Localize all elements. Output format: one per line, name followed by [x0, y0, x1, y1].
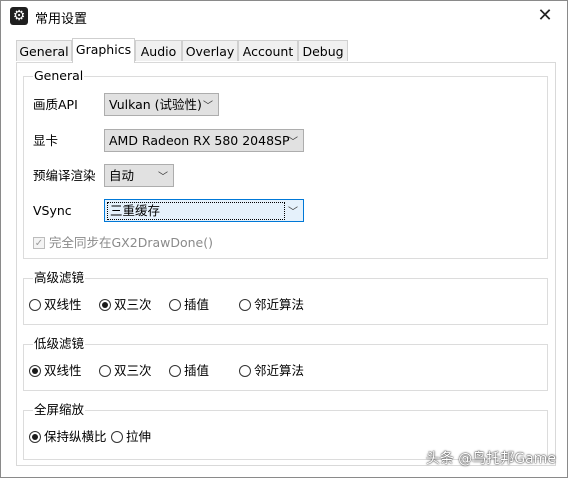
radio-label: 双三次: [114, 297, 152, 312]
radio-circle: [29, 299, 41, 311]
radio-circle-selected: [29, 365, 41, 377]
fullscreen-scaling-title: 全屏缩放: [33, 402, 86, 418]
radio-label: 拉伸: [126, 429, 152, 444]
radio-circle-selected: [29, 431, 41, 443]
vsync-value: 三重缓存: [107, 202, 285, 220]
shader-value: 自动: [109, 168, 135, 183]
downscale-filter-title: 低级滤镜: [33, 336, 86, 352]
graphics-api-label: 画质API: [33, 97, 78, 112]
close-button[interactable]: ✕: [523, 1, 567, 31]
tab-audio[interactable]: Audio: [135, 40, 182, 61]
general-group-title: General: [33, 68, 85, 84]
radio-label: 插值: [184, 363, 210, 378]
tab-account[interactable]: Account: [238, 40, 298, 61]
radio-label: 双线性: [44, 363, 82, 378]
tab-debug[interactable]: Debug: [298, 40, 348, 61]
graphics-adapter-value: AMD Radeon RX 580 2048SP: [109, 133, 290, 148]
radio-circle: [111, 431, 123, 443]
radio-circle: [169, 365, 181, 377]
radio-label: 保持纵横比: [44, 429, 107, 444]
chevron-down-icon: ﹀: [203, 101, 213, 112]
tab-overlay[interactable]: Overlay: [182, 40, 238, 61]
vsync-select[interactable]: 三重缓存 ﹀: [104, 199, 304, 222]
graphics-api-select[interactable]: Vulkan (试验性) ﹀: [104, 93, 219, 116]
window-title: 常用设置: [35, 12, 88, 27]
radio-label: 邻近算法: [254, 363, 305, 378]
chevron-down-icon: ﹀: [158, 172, 168, 183]
full-sync-label: 完全同步在GX2DrawDone(): [49, 235, 213, 250]
chevron-down-icon: ﹀: [288, 137, 298, 148]
graphics-panel: General 画质API Vulkan (试验性) ﹀ 显卡 AMD Rade…: [16, 62, 556, 466]
radio-label: 插值: [184, 297, 210, 312]
radio-circle: [169, 299, 181, 311]
radio-label: 双线性: [44, 297, 82, 312]
upscale-filter-group: 高级滤镜 双线性 双三次 插值 邻近算法: [23, 270, 548, 325]
watermark-text: 头条 @鸟托邦Game: [425, 451, 556, 467]
radio-circle-selected: [99, 299, 111, 311]
radio-label: 邻近算法: [254, 297, 305, 312]
title-bar: ⚙ 常用设置 ✕: [1, 1, 567, 31]
graphics-adapter-select[interactable]: AMD Radeon RX 580 2048SP ﹀: [104, 129, 304, 152]
shader-label: 预编译渲染: [33, 168, 96, 183]
graphics-api-value: Vulkan (试验性): [109, 97, 202, 112]
downscale-filter-group: 低级滤镜 双线性 双三次 插值 邻近算法: [23, 336, 548, 391]
radio-circle: [239, 365, 251, 377]
tab-general[interactable]: General: [16, 40, 72, 61]
radio-label: 双三次: [114, 363, 152, 378]
chevron-down-icon: ﹀: [288, 207, 298, 218]
gear-icon: ⚙: [10, 7, 28, 25]
shader-select[interactable]: 自动 ﹀: [104, 164, 174, 187]
radio-circle: [99, 365, 111, 377]
checkmark-icon: ✓: [33, 237, 45, 249]
graphics-adapter-label: 显卡: [33, 133, 59, 148]
settings-window: ⚙ 常用设置 ✕ General Graphics Audio Overlay …: [0, 0, 568, 478]
tab-graphics[interactable]: Graphics: [72, 38, 135, 63]
upscale-filter-title: 高级滤镜: [33, 270, 86, 286]
vsync-label: VSync: [33, 203, 72, 218]
general-group: General 画质API Vulkan (试验性) ﹀ 显卡 AMD Rade…: [23, 68, 548, 259]
radio-circle: [239, 299, 251, 311]
